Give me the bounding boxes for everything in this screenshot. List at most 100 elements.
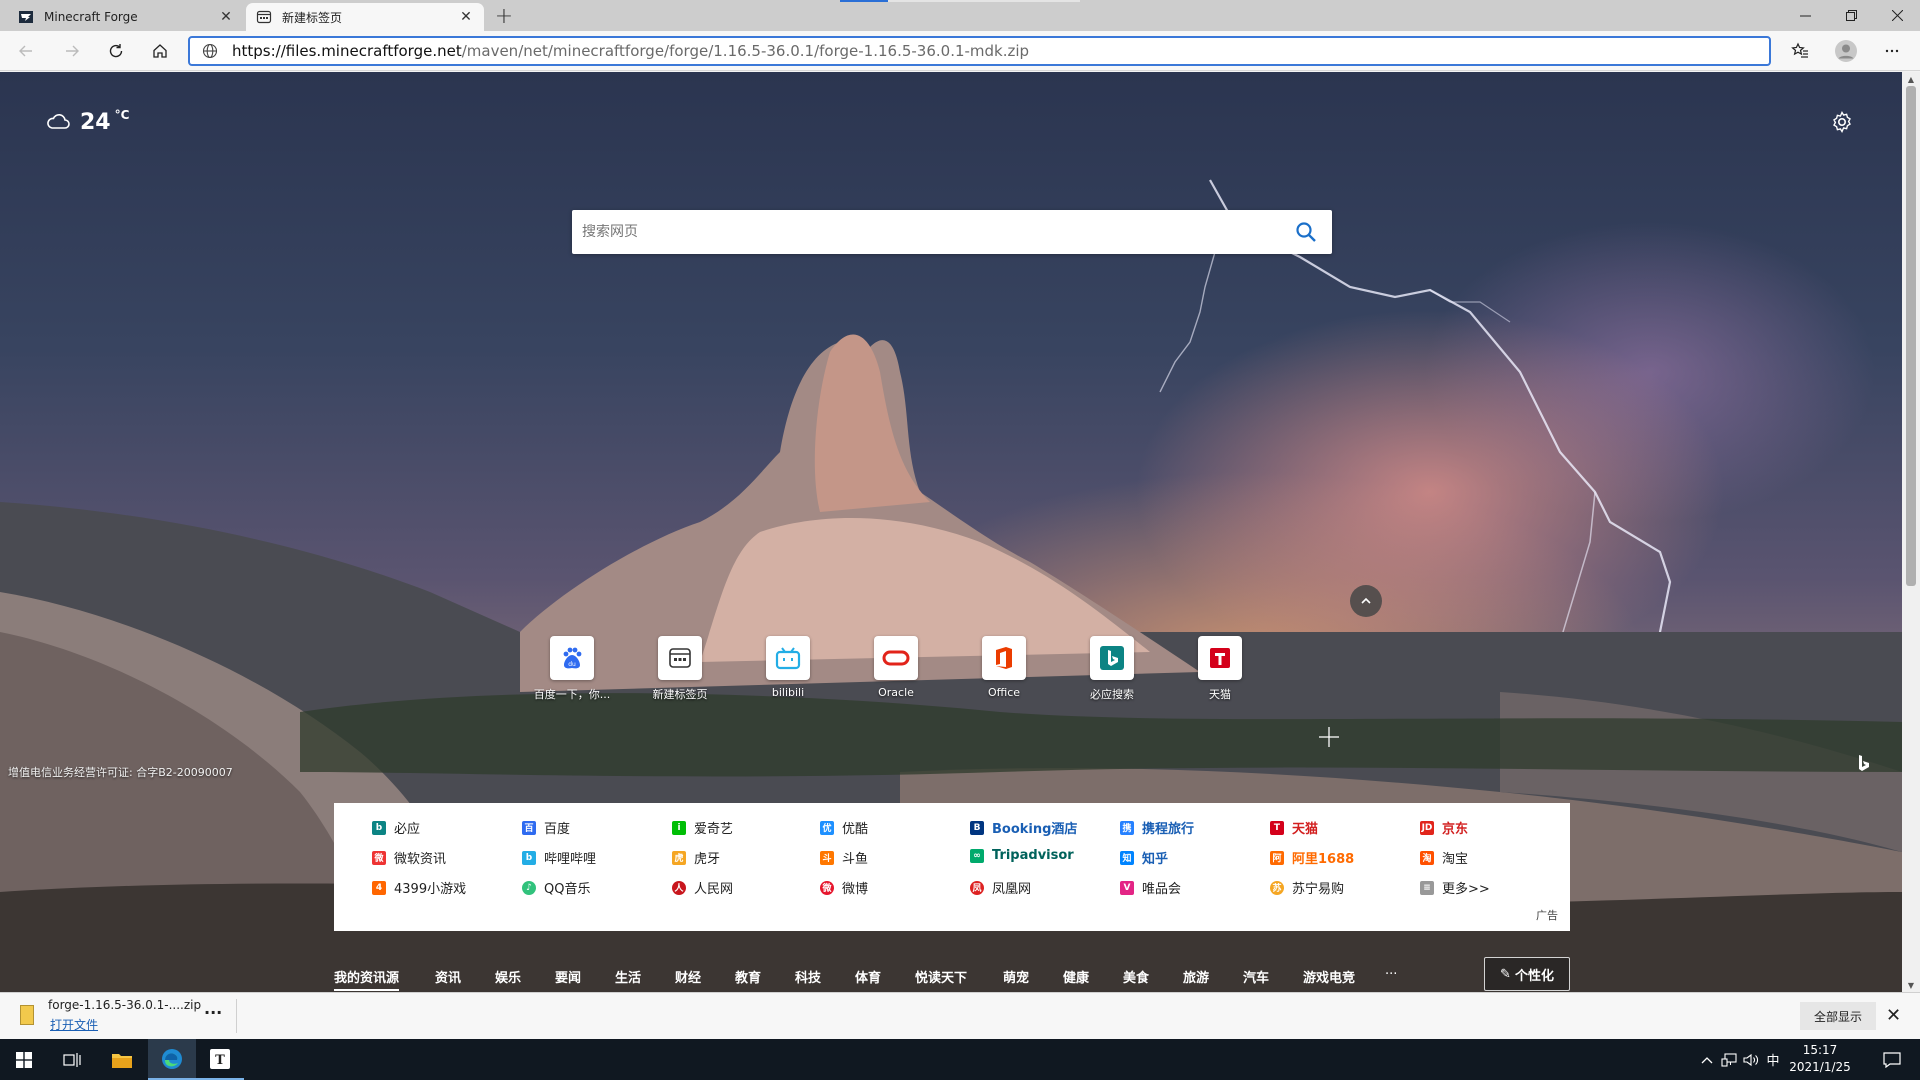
close-icon[interactable]: ✕ (458, 9, 474, 25)
grid-link[interactable]: 斗斗鱼 (820, 848, 868, 867)
download-file-name[interactable]: forge-1.16.5-36.0.1-....zip (48, 998, 201, 1012)
forward-button[interactable] (58, 37, 86, 65)
typora-icon[interactable]: T (196, 1039, 244, 1080)
category-tab[interactable]: 我的资讯源 (334, 967, 400, 991)
quick-link-tmall[interactable]: 天猫 (1170, 636, 1270, 702)
iqiyi-icon: i (672, 820, 686, 835)
site-link-grid: b 必应 百百度 i 爱奇艺 优优酷 B Booking酒店 携携程旅行 T 天猫 JD… (334, 803, 1570, 931)
grid-link[interactable]: b 哔哩哔哩 (522, 848, 596, 867)
tab-minecraft-forge[interactable]: Minecraft Forge ✕ (8, 3, 244, 31)
category-tab[interactable]: 生活 (615, 967, 641, 986)
grid-link[interactable]: 凤凤凰网 (970, 878, 1031, 897)
quick-link-office[interactable]: Office (954, 636, 1054, 699)
scroll-up-arrow[interactable]: ▲ (1902, 72, 1920, 86)
page-scrollbar[interactable]: ▲ ▼ (1902, 72, 1920, 992)
taskbar-clock[interactable]: 15:17 2021/1/25 (1782, 1042, 1858, 1076)
category-tab[interactable]: 美食 (1123, 967, 1149, 986)
back-button[interactable] (12, 37, 40, 65)
tab-new-tab[interactable]: 新建标签页 ✕ (246, 3, 484, 31)
grid-link[interactable]: 虎虎牙 (672, 848, 720, 867)
task-view-icon[interactable] (48, 1039, 96, 1080)
new-tab-button[interactable]: + (492, 4, 516, 29)
grid-link[interactable]: 阿阿里1688 (1270, 848, 1354, 867)
home-button[interactable] (146, 37, 174, 65)
quick-link-oracle[interactable]: Oracle (846, 636, 946, 699)
more-menu-button[interactable] (1878, 37, 1906, 65)
add-quick-link-button[interactable] (1316, 724, 1342, 750)
favorites-button[interactable] (1786, 37, 1814, 65)
gear-icon[interactable] (1830, 110, 1854, 134)
start-button[interactable] (0, 1039, 48, 1080)
grid-link[interactable]: ≡ 更多>> (1420, 878, 1490, 897)
scroll-down-arrow[interactable]: ▼ (1902, 978, 1920, 992)
show-all-downloads-button[interactable]: 全部显示 (1800, 1002, 1876, 1030)
grid-link[interactable]: 微微博 (820, 878, 868, 897)
category-tab[interactable]: 游戏电竞 (1303, 967, 1355, 986)
close-window-button[interactable] (1874, 0, 1920, 30)
globe-icon[interactable] (202, 43, 218, 59)
grid-link[interactable]: V 唯品会 (1120, 878, 1181, 897)
grid-link[interactable]: JD 京东 (1420, 818, 1468, 837)
category-tab[interactable]: 资讯 (435, 967, 461, 986)
download-more-button[interactable]: ··· (204, 1003, 222, 1022)
category-tab[interactable]: 健康 (1063, 967, 1089, 986)
grid-link[interactable]: i 爱奇艺 (672, 818, 733, 837)
close-icon[interactable]: ✕ (218, 9, 234, 25)
category-tab[interactable]: 旅游 (1183, 967, 1209, 986)
quick-link-bing[interactable]: 必应搜索 (1062, 636, 1162, 702)
search-icon[interactable] (1284, 210, 1328, 254)
category-tab[interactable]: 财经 (675, 967, 701, 986)
grid-link[interactable]: 4 4399小游戏 (372, 878, 466, 897)
bing-logo-icon[interactable] (1856, 754, 1872, 778)
grid-link[interactable]: b 必应 (372, 818, 420, 837)
minimize-button[interactable] (1782, 0, 1828, 30)
volume-icon[interactable] (1740, 1053, 1762, 1067)
category-tab[interactable]: 教育 (735, 967, 761, 986)
quick-link-bilibili[interactable]: bilibili (738, 636, 838, 699)
collapse-button[interactable] (1350, 585, 1382, 617)
grid-link[interactable]: ♪ QQ音乐 (522, 878, 590, 897)
quick-link-baidu[interactable]: du 百度一下，你... (522, 636, 622, 702)
restore-button[interactable] (1828, 0, 1874, 30)
category-tab[interactable]: 汽车 (1243, 967, 1269, 986)
refresh-button[interactable] (102, 37, 130, 65)
grid-link[interactable]: 优优酷 (820, 818, 868, 837)
edge-browser-icon[interactable] (148, 1039, 196, 1080)
profile-avatar[interactable] (1832, 37, 1860, 65)
category-tab[interactable]: 要闻 (555, 967, 581, 986)
personalize-button[interactable]: ✎ 个性化 (1484, 957, 1570, 991)
more-categories-button[interactable]: ··· (1385, 967, 1397, 982)
grid-link[interactable]: 微微软资讯 (372, 848, 446, 867)
category-tab[interactable]: 悦读天下 (915, 967, 967, 986)
grid-link[interactable]: 人人民网 (672, 878, 733, 897)
grid-link[interactable]: T 天猫 (1270, 818, 1318, 837)
network-icon[interactable] (1718, 1052, 1740, 1067)
ad-label: 广告 (1536, 909, 1558, 922)
address-bar[interactable]: https://files.minecraftforge.net/maven/n… (188, 36, 1771, 66)
ime-indicator[interactable]: 中 (1762, 1050, 1784, 1069)
grid-link[interactable]: 苏苏宁易购 (1270, 878, 1344, 897)
license-text[interactable]: 增值电信业务经营许可证: 合字B2-20090007 (8, 764, 233, 780)
baidu-icon: du (550, 636, 594, 680)
close-icon[interactable]: ✕ (1886, 1005, 1901, 1026)
tab-title: Minecraft Forge (44, 10, 138, 24)
grid-link[interactable]: 知知乎 (1120, 848, 1168, 867)
weather-widget[interactable]: 24 °C (46, 108, 129, 135)
category-tab[interactable]: 科技 (795, 967, 821, 986)
grid-link[interactable]: 百百度 (522, 818, 570, 837)
grid-link[interactable]: B Booking酒店 (970, 818, 1077, 837)
quick-link-label: bilibili (771, 686, 805, 699)
open-file-link[interactable]: 打开文件 (50, 1016, 98, 1033)
category-tab[interactable]: 体育 (855, 967, 881, 986)
search-input[interactable] (582, 224, 1284, 240)
category-tab[interactable]: 萌宠 (1003, 967, 1029, 986)
file-explorer-icon[interactable] (98, 1039, 146, 1080)
grid-link[interactable]: 淘淘宝 (1420, 848, 1468, 867)
grid-link[interactable]: ∞ Tripadvisor (970, 848, 1074, 863)
scrollbar-thumb[interactable] (1906, 86, 1916, 586)
chevron-up-icon[interactable] (1696, 1056, 1718, 1064)
quick-link-new-tab[interactable]: 新建标签页 (630, 636, 730, 702)
grid-link[interactable]: 携携程旅行 (1120, 818, 1194, 837)
notification-center-icon[interactable] (1872, 1039, 1912, 1080)
category-tab[interactable]: 娱乐 (495, 967, 521, 986)
